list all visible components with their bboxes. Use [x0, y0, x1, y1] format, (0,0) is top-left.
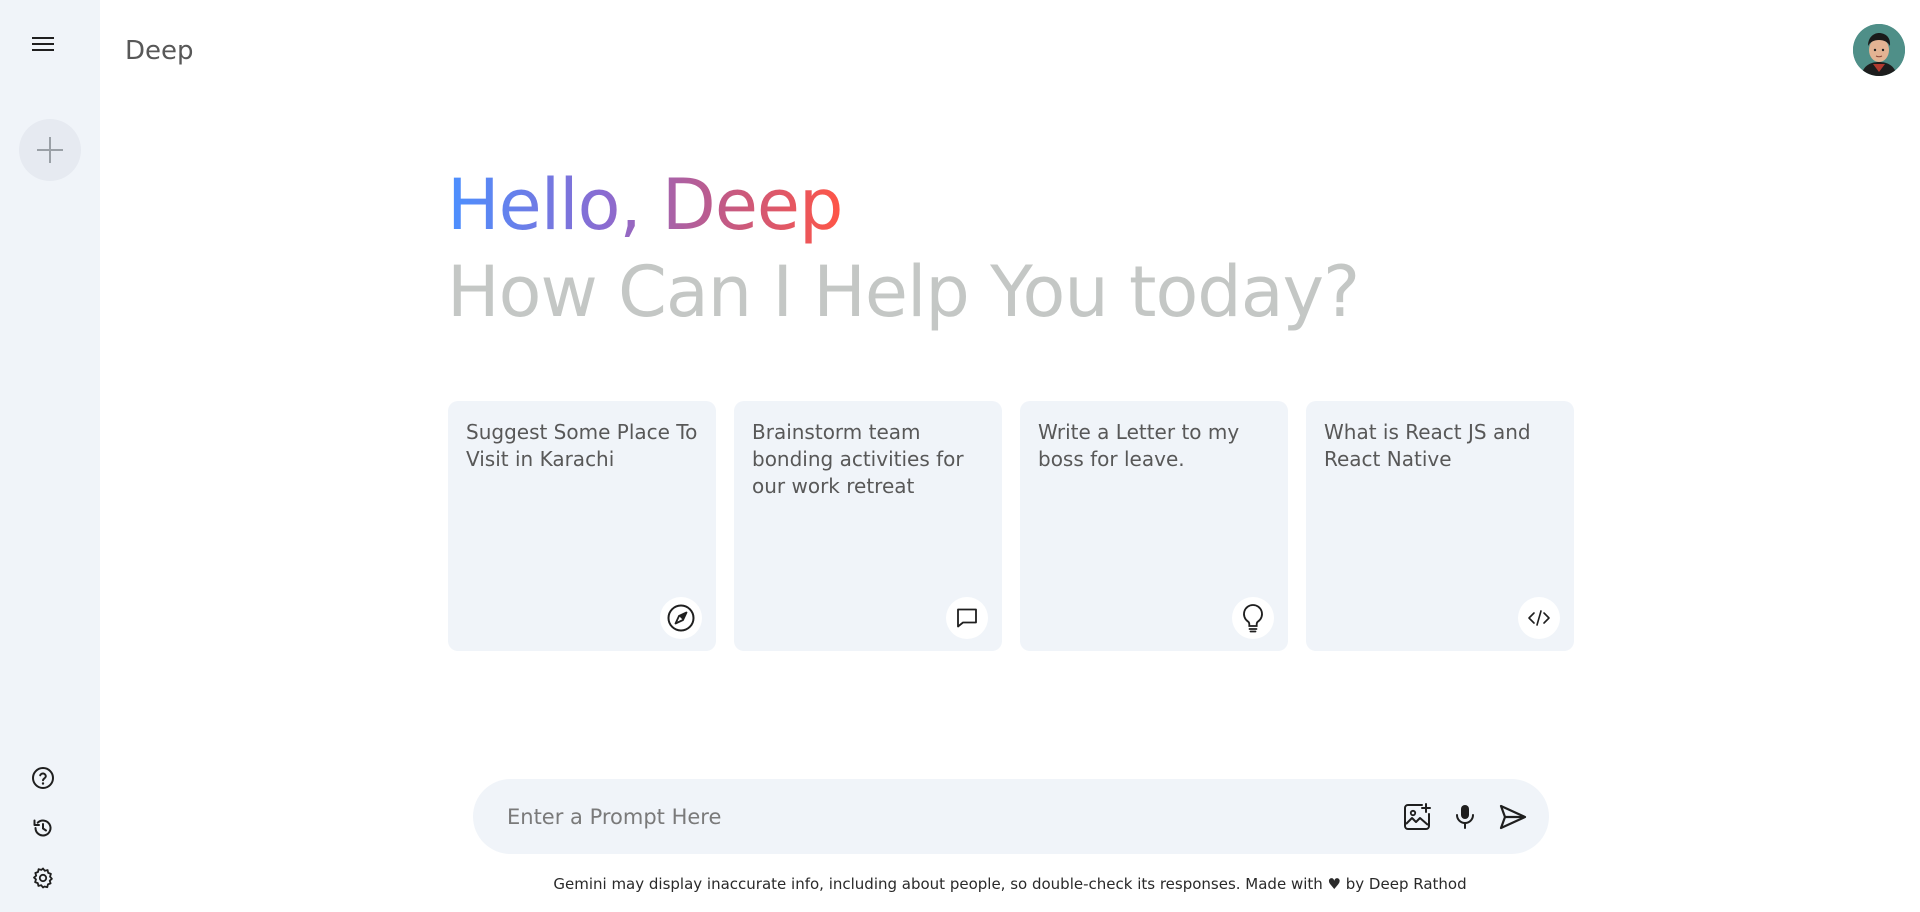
disclaimer-text: Gemini may display inaccurate info, incl…	[553, 875, 1328, 893]
app-title: Deep	[125, 36, 194, 66]
card-icon-wrap	[1232, 597, 1274, 639]
suggestion-card-brainstorm[interactable]: Brainstorm team bonding activities for o…	[734, 401, 1002, 651]
gear-icon	[33, 867, 53, 889]
card-text: What is React JS and React Native	[1324, 420, 1531, 471]
prompt-bar	[473, 779, 1549, 854]
voice-input-button[interactable]	[1449, 801, 1481, 833]
send-button[interactable]	[1497, 801, 1529, 833]
new-chat-button[interactable]	[19, 119, 81, 181]
prompt-input[interactable]	[507, 804, 1385, 829]
code-icon	[1528, 610, 1550, 626]
menu-button[interactable]	[29, 30, 57, 58]
help-button[interactable]	[29, 764, 57, 792]
greeting-hello: Hello, Deep	[447, 160, 1359, 250]
card-icon-wrap	[660, 597, 702, 639]
gallery-icon	[1404, 802, 1431, 830]
main-area: Deep Hello, Deep How Can I Help You toda…	[100, 0, 1920, 912]
settings-button[interactable]	[29, 864, 57, 892]
bulb-icon	[1243, 604, 1263, 633]
heart-icon: ♥	[1327, 875, 1341, 893]
plus-icon	[37, 137, 63, 163]
history-icon	[33, 819, 52, 837]
question-icon	[32, 767, 54, 789]
card-icon-wrap	[946, 597, 988, 639]
suggestion-card-letter[interactable]: Write a Letter to my boss for leave.	[1020, 401, 1288, 651]
suggestion-cards: Suggest Some Place To Visit in Karachi B…	[448, 401, 1574, 651]
greeting-subtitle: How Can I Help You today?	[447, 251, 1360, 333]
card-text: Write a Letter to my boss for leave.	[1038, 420, 1240, 471]
suggestion-card-karachi[interactable]: Suggest Some Place To Visit in Karachi	[448, 401, 716, 651]
disclaimer-author: by Deep Rathod	[1341, 875, 1467, 893]
card-icon-wrap	[1518, 597, 1560, 639]
message-icon	[957, 608, 977, 628]
greeting-hello-text: Hello, Deep	[447, 164, 843, 246]
disclaimer: Gemini may display inaccurate info, incl…	[100, 875, 1920, 893]
avatar-image	[1853, 24, 1905, 76]
compass-icon	[667, 604, 695, 632]
suggestion-card-react[interactable]: What is React JS and React Native	[1306, 401, 1574, 651]
mic-icon	[1456, 804, 1474, 829]
menu-icon	[32, 37, 54, 51]
card-text: Brainstorm team bonding activities for o…	[752, 420, 964, 498]
sidebar	[0, 0, 100, 912]
user-avatar[interactable]	[1853, 24, 1905, 76]
activity-button[interactable]	[29, 814, 57, 842]
upload-image-button[interactable]	[1401, 801, 1433, 833]
send-icon	[1499, 804, 1527, 829]
greeting: Hello, Deep How Can I Help You today?	[447, 160, 1360, 337]
card-text: Suggest Some Place To Visit in Karachi	[466, 420, 698, 471]
